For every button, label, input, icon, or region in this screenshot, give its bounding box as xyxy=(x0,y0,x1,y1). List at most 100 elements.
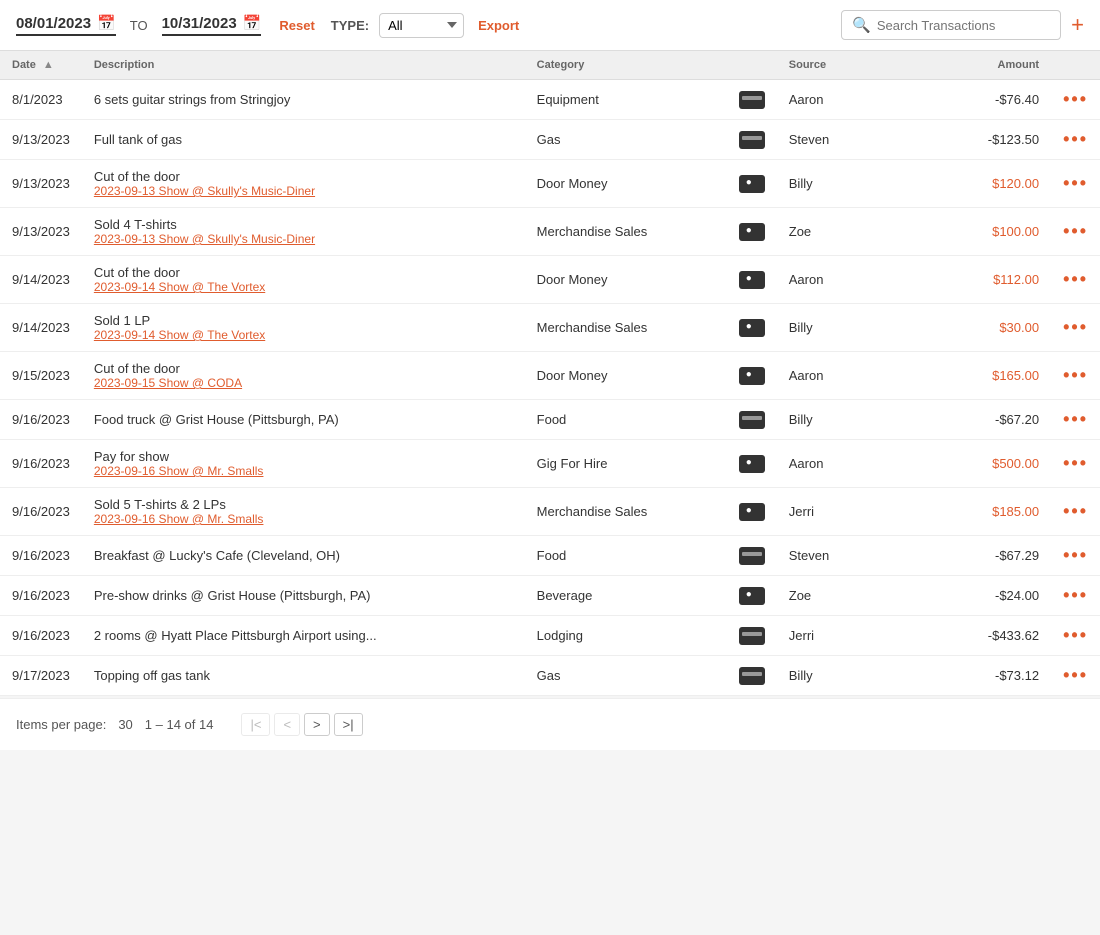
search-box: 🔍 xyxy=(841,10,1061,40)
row-actions-button[interactable]: ••• xyxy=(1063,89,1088,110)
cell-amount: $120.00 xyxy=(907,160,1051,208)
date-from-calendar-icon[interactable]: 📅 xyxy=(97,14,116,32)
cell-actions: ••• xyxy=(1051,656,1100,696)
row-actions-button[interactable]: ••• xyxy=(1063,585,1088,606)
cell-source-icon xyxy=(727,656,777,696)
cell-date: 9/13/2023 xyxy=(0,120,82,160)
cell-amount: $100.00 xyxy=(907,208,1051,256)
row-actions-button[interactable]: ••• xyxy=(1063,173,1088,194)
col-category: Category xyxy=(525,51,727,80)
cell-amount: -$67.20 xyxy=(907,400,1051,440)
page-range: 1 – 14 of 14 xyxy=(145,717,214,732)
cell-source-icon xyxy=(727,400,777,440)
show-link[interactable]: 2023-09-15 Show @ CODA xyxy=(94,376,513,390)
credit-card-icon xyxy=(739,411,765,429)
cash-icon xyxy=(739,587,765,605)
cash-icon xyxy=(739,367,765,385)
table-row: 9/16/20232 rooms @ Hyatt Place Pittsburg… xyxy=(0,616,1100,656)
cash-icon xyxy=(739,175,765,193)
cell-category: Door Money xyxy=(525,352,727,400)
description-text: Full tank of gas xyxy=(94,132,182,147)
cell-actions: ••• xyxy=(1051,80,1100,120)
description-text: Sold 4 T-shirts xyxy=(94,217,177,232)
cash-icon xyxy=(739,319,765,337)
credit-card-icon xyxy=(739,91,765,109)
sort-arrow-icon: ▲ xyxy=(43,59,54,71)
cell-description: Cut of the door2023-09-13 Show @ Skully'… xyxy=(82,160,525,208)
cell-source-icon xyxy=(727,160,777,208)
table-header-row: Date ▲ Description Category Source Amoun… xyxy=(0,51,1100,80)
cell-description: Pay for show2023-09-16 Show @ Mr. Smalls xyxy=(82,440,525,488)
show-link[interactable]: 2023-09-16 Show @ Mr. Smalls xyxy=(94,464,513,478)
table-row: 9/13/2023Full tank of gasGasSteven-$123.… xyxy=(0,120,1100,160)
cash-icon xyxy=(739,455,765,473)
show-link[interactable]: 2023-09-16 Show @ Mr. Smalls xyxy=(94,512,513,526)
cell-source-icon xyxy=(727,80,777,120)
cell-source: Steven xyxy=(777,536,907,576)
show-link[interactable]: 2023-09-14 Show @ The Vortex xyxy=(94,328,513,342)
cell-amount: -$433.62 xyxy=(907,616,1051,656)
show-link[interactable]: 2023-09-13 Show @ Skully's Music-Diner xyxy=(94,232,513,246)
cell-amount: -$24.00 xyxy=(907,576,1051,616)
description-text: Sold 1 LP xyxy=(94,313,150,328)
reset-button[interactable]: Reset xyxy=(279,18,314,33)
cell-category: Merchandise Sales xyxy=(525,304,727,352)
date-to-value: 10/31/2023 xyxy=(162,15,237,32)
col-date[interactable]: Date ▲ xyxy=(0,51,82,80)
col-icon xyxy=(727,51,777,80)
nav-first-button[interactable]: |< xyxy=(241,713,270,736)
cell-category: Gas xyxy=(525,120,727,160)
row-actions-button[interactable]: ••• xyxy=(1063,409,1088,430)
description-text: Pay for show xyxy=(94,449,169,464)
cell-date: 9/16/2023 xyxy=(0,400,82,440)
cell-actions: ••• xyxy=(1051,400,1100,440)
cell-description: Full tank of gas xyxy=(82,120,525,160)
description-text: Cut of the door xyxy=(94,265,180,280)
description-text: Cut of the door xyxy=(94,169,180,184)
row-actions-button[interactable]: ••• xyxy=(1063,625,1088,646)
row-actions-button[interactable]: ••• xyxy=(1063,545,1088,566)
row-actions-button[interactable]: ••• xyxy=(1063,317,1088,338)
cell-source-icon xyxy=(727,576,777,616)
cell-description: 6 sets guitar strings from Stringjoy xyxy=(82,80,525,120)
row-actions-button[interactable]: ••• xyxy=(1063,221,1088,242)
description-text: Cut of the door xyxy=(94,361,180,376)
cell-amount: -$76.40 xyxy=(907,80,1051,120)
export-button[interactable]: Export xyxy=(478,18,519,33)
search-input[interactable] xyxy=(877,18,1037,33)
description-text: Food truck @ Grist House (Pittsburgh, PA… xyxy=(94,412,339,427)
nav-next-button[interactable]: > xyxy=(304,713,330,736)
row-actions-button[interactable]: ••• xyxy=(1063,453,1088,474)
show-link[interactable]: 2023-09-13 Show @ Skully's Music-Diner xyxy=(94,184,513,198)
nav-last-button[interactable]: >| xyxy=(334,713,363,736)
cell-actions: ••• xyxy=(1051,440,1100,488)
date-to-calendar-icon[interactable]: 📅 xyxy=(243,14,262,32)
cell-date: 9/13/2023 xyxy=(0,160,82,208)
cell-actions: ••• xyxy=(1051,256,1100,304)
cell-amount: $30.00 xyxy=(907,304,1051,352)
description-text: Breakfast @ Lucky's Cafe (Cleveland, OH) xyxy=(94,548,340,563)
cell-category: Equipment xyxy=(525,80,727,120)
cell-category: Door Money xyxy=(525,160,727,208)
type-select[interactable]: All Income Expense xyxy=(379,13,464,38)
cell-source: Billy xyxy=(777,400,907,440)
show-link[interactable]: 2023-09-14 Show @ The Vortex xyxy=(94,280,513,294)
cell-description: 2 rooms @ Hyatt Place Pittsburgh Airport… xyxy=(82,616,525,656)
cell-source: Billy xyxy=(777,160,907,208)
row-actions-button[interactable]: ••• xyxy=(1063,365,1088,386)
description-text: 6 sets guitar strings from Stringjoy xyxy=(94,92,291,107)
table-row: 9/17/2023Topping off gas tankGasBilly-$7… xyxy=(0,656,1100,696)
row-actions-button[interactable]: ••• xyxy=(1063,269,1088,290)
to-label: TO xyxy=(130,18,148,33)
description-text: Pre-show drinks @ Grist House (Pittsburg… xyxy=(94,588,371,603)
cell-date: 9/15/2023 xyxy=(0,352,82,400)
credit-card-icon xyxy=(739,547,765,565)
add-transaction-button[interactable]: + xyxy=(1071,14,1084,36)
row-actions-button[interactable]: ••• xyxy=(1063,501,1088,522)
cell-source: Steven xyxy=(777,120,907,160)
row-actions-button[interactable]: ••• xyxy=(1063,665,1088,686)
nav-prev-button[interactable]: < xyxy=(274,713,300,736)
row-actions-button[interactable]: ••• xyxy=(1063,129,1088,150)
cell-source-icon xyxy=(727,304,777,352)
date-from-field: 08/01/2023 📅 xyxy=(16,14,116,36)
